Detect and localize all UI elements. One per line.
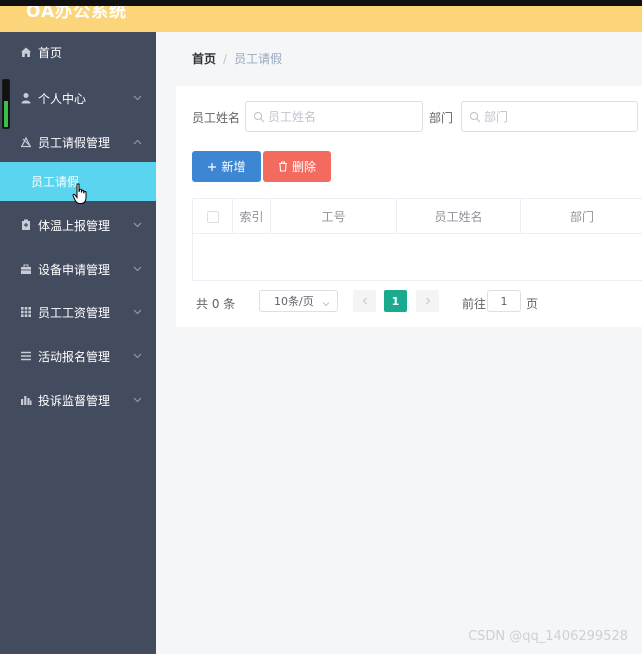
chevron-down-icon xyxy=(132,351,142,361)
salary-icon xyxy=(20,306,32,318)
page-suffix-label: 页 xyxy=(526,297,539,311)
app-title: OA办公系统 xyxy=(26,2,128,22)
breadcrumb-current: 员工请假 xyxy=(234,52,283,66)
chevron-left-icon xyxy=(362,294,368,308)
employee-name-label: 员工姓名 xyxy=(192,111,241,125)
leave-icon xyxy=(20,136,32,148)
chevron-down-icon xyxy=(132,93,142,103)
sidebar-item-device-application[interactable]: 设备申请管理 xyxy=(0,249,156,289)
search-icon xyxy=(253,111,265,123)
chevron-down-icon xyxy=(132,220,142,230)
department-input[interactable]: 部门 xyxy=(461,101,638,132)
hand-cursor-icon xyxy=(72,183,88,205)
sidebar-item-personal-center[interactable]: 个人中心 xyxy=(0,78,156,118)
chevron-down-icon xyxy=(132,395,142,405)
next-page-button[interactable] xyxy=(416,290,439,312)
chevron-up-icon xyxy=(132,137,142,147)
goto-page-input[interactable]: 1 xyxy=(487,290,521,312)
complaint-icon xyxy=(20,394,32,406)
sidebar-item-label: 投诉监督管理 xyxy=(38,393,111,408)
sidebar-item-label: 设备申请管理 xyxy=(38,262,111,277)
chevron-down-icon xyxy=(322,297,330,310)
top-header: OA办公系统 xyxy=(0,0,642,32)
department-label: 部门 xyxy=(429,111,454,125)
page-number-button[interactable]: 1 xyxy=(384,290,407,312)
breadcrumb: 首页 / 员工请假 xyxy=(192,50,282,67)
sidebar-item-salary-management[interactable]: 员工工资管理 xyxy=(0,292,156,332)
sidebar-item-leave-management[interactable]: 员工请假管理 xyxy=(0,122,156,162)
sidebar: 首页 个人中心 员工请假管理 员工请假 体温上报管理 设备申请管理 员工工资管理… xyxy=(0,32,156,654)
select-all-cell xyxy=(193,199,233,234)
sidebar-item-complaint-supervision[interactable]: 投诉监督管理 xyxy=(0,380,156,420)
search-icon xyxy=(469,111,481,123)
main-content: 首页 / 员工请假 员工姓名 员工姓名 部门 部门 新增 删除 索引 工号 员工… xyxy=(156,32,642,654)
add-button-label: 新增 xyxy=(221,160,246,174)
table-header: 索引 工号 员工姓名 部门 xyxy=(193,199,642,234)
pagination: 共 0 条 10条/页 1 前往 1 页 xyxy=(196,290,636,314)
sidebar-item-activity-registration[interactable]: 活动报名管理 xyxy=(0,336,156,376)
list-icon xyxy=(20,350,32,362)
watermark: CSDN @qq_1406299528 xyxy=(468,629,628,644)
page-size-select[interactable]: 10条/页 xyxy=(259,290,338,312)
select-all-checkbox[interactable] xyxy=(206,210,219,223)
trash-icon xyxy=(278,161,288,172)
content-panel: 员工姓名 员工姓名 部门 部门 新增 删除 索引 工号 员工姓名 部门 共 0 … xyxy=(176,86,642,327)
column-header-employee-name: 员工姓名 xyxy=(397,199,521,234)
column-header-employee-id: 工号 xyxy=(271,199,397,234)
breadcrumb-separator: / xyxy=(223,51,228,66)
home-icon xyxy=(20,46,32,58)
data-table: 索引 工号 员工姓名 部门 xyxy=(192,198,642,281)
delete-button-label: 删除 xyxy=(291,160,316,174)
breadcrumb-home[interactable]: 首页 xyxy=(192,50,216,67)
sidebar-item-label: 首页 xyxy=(38,45,63,60)
sidebar-item-label: 个人中心 xyxy=(38,91,87,106)
chevron-right-icon xyxy=(425,294,431,308)
sidebar-item-label: 员工工资管理 xyxy=(38,305,111,320)
chevron-down-icon xyxy=(132,264,142,274)
column-header-index: 索引 xyxy=(233,199,271,234)
delete-button[interactable]: 删除 xyxy=(263,151,331,182)
goto-label: 前往 xyxy=(462,297,487,311)
prev-page-button[interactable] xyxy=(353,290,376,312)
employee-name-input[interactable]: 员工姓名 xyxy=(245,101,423,132)
device-icon xyxy=(20,263,32,275)
sidebar-item-label: 活动报名管理 xyxy=(38,349,111,364)
department-placeholder: 部门 xyxy=(484,110,509,124)
employee-name-placeholder: 员工姓名 xyxy=(268,110,317,124)
sidebar-item-label: 员工请假管理 xyxy=(38,135,111,150)
sidebar-item-label: 体温上报管理 xyxy=(38,218,111,233)
column-header-department: 部门 xyxy=(569,210,594,224)
user-icon xyxy=(20,92,32,104)
sidebar-item-temperature-report[interactable]: 体温上报管理 xyxy=(0,205,156,245)
page-size-value: 10条/页 xyxy=(274,295,314,308)
sidebar-item-home[interactable]: 首页 xyxy=(0,32,156,72)
pagination-total: 共 0 条 xyxy=(196,297,236,311)
thermometer-icon xyxy=(20,219,32,231)
plus-icon xyxy=(207,162,217,172)
add-button[interactable]: 新增 xyxy=(192,151,261,182)
chevron-down-icon xyxy=(132,307,142,317)
